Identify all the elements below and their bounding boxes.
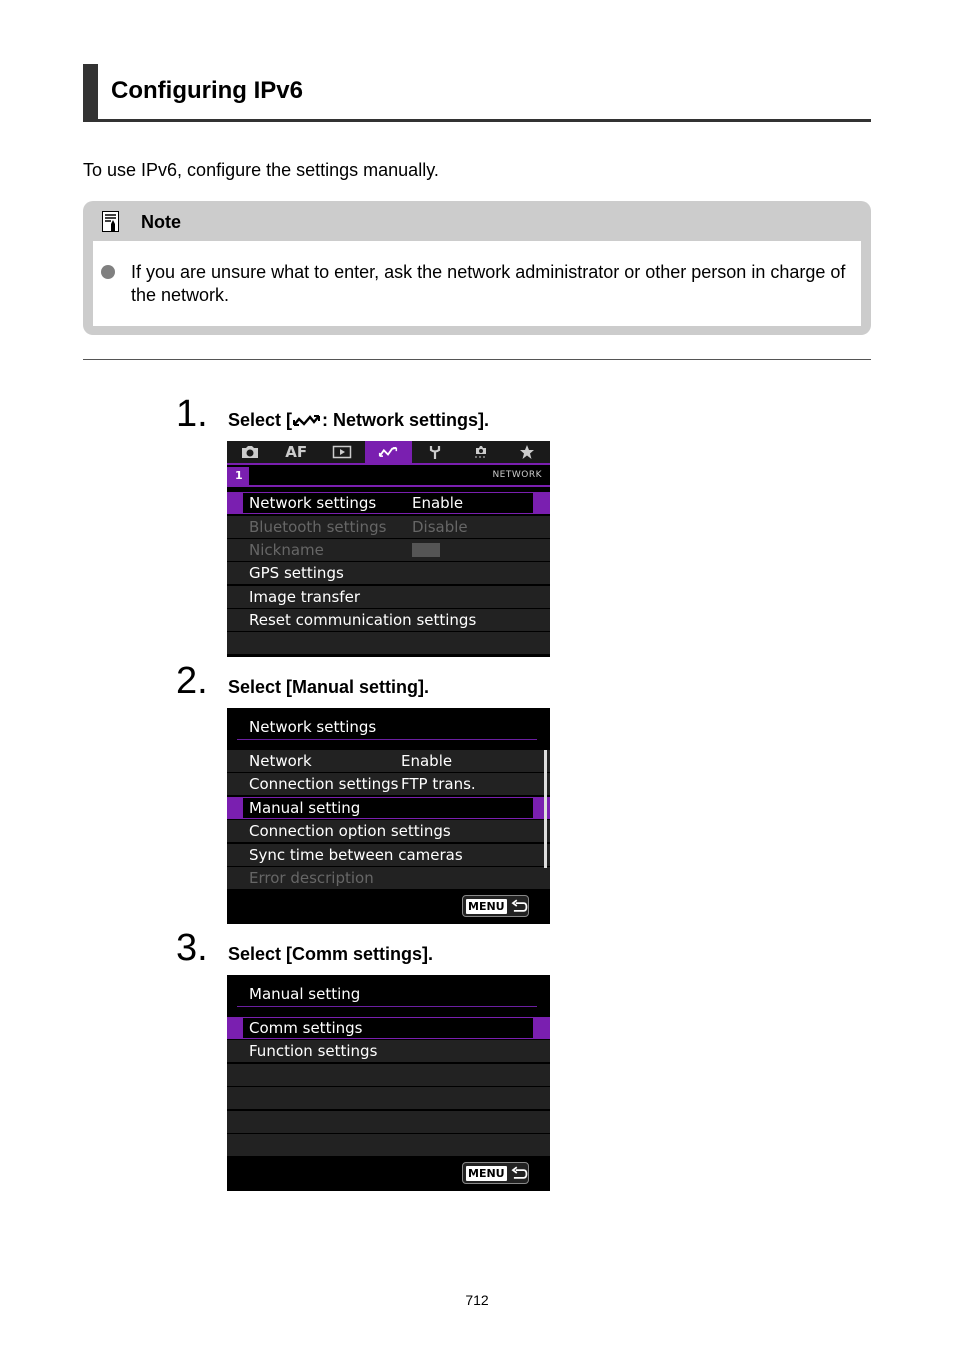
camera-screen-manual-setting: Manual setting Comm settings Function se… [227, 975, 550, 1191]
menu-item-comm-settings[interactable]: Comm settings [227, 1017, 550, 1039]
note-box: Note If you are unsure what to enter, as… [83, 201, 871, 335]
step-instruction: Select [ : Network settings]. [228, 410, 489, 431]
intro-text: To use IPv6, configure the settings manu… [83, 160, 439, 180]
item-label: Network settings [249, 494, 377, 512]
title-underline [237, 739, 537, 740]
item-value: Disable [412, 518, 468, 536]
item-label: Connection option settings [249, 822, 451, 840]
tab-network[interactable] [365, 441, 412, 463]
item-label: Comm settings [249, 1019, 363, 1037]
step-text-suffix: : Network settings]. [322, 410, 490, 430]
item-value: Enable [412, 494, 464, 512]
tab-shooting[interactable] [227, 441, 273, 463]
tab-custom-functions[interactable] [458, 441, 504, 463]
divider [83, 359, 871, 360]
step-number: 3. [176, 927, 208, 969]
menu-item-manual-setting[interactable]: Manual setting [227, 797, 550, 819]
section-tag: NETWORK [492, 470, 542, 480]
step-number: 1. [176, 393, 208, 435]
tab-af[interactable]: AF [273, 441, 319, 463]
item-label: Function settings [249, 1042, 378, 1060]
camera-screen-network-menu: AF 1 NETWORK Network settings Enable Blu… [227, 441, 550, 657]
back-arrow-icon [511, 899, 527, 912]
item-label: Manual setting [249, 799, 361, 817]
menu-tabs: AF [227, 441, 550, 465]
menu-item-sync-time[interactable]: Sync time between cameras [227, 844, 550, 866]
menu-item-reset-communication-settings[interactable]: Reset communication settings [227, 609, 550, 631]
menu-item-gps-settings[interactable]: GPS settings [227, 562, 550, 584]
step-instruction: Select [Manual setting]. [228, 677, 430, 697]
page-title: Configuring IPv6 [111, 77, 303, 104]
bullet-icon [101, 265, 115, 279]
item-value: Enable [401, 752, 453, 770]
nickname-value-redacted [412, 543, 440, 557]
screen-title: Network settings [249, 718, 377, 736]
tab-my-menu[interactable] [504, 441, 550, 463]
menu-item-connection-option-settings[interactable]: Connection option settings [227, 820, 550, 842]
item-label: Sync time between cameras [249, 846, 463, 864]
menu-separator [227, 485, 550, 487]
item-label: Reset communication settings [249, 611, 477, 629]
step-number: 2. [176, 660, 208, 702]
menu-label: MENU [466, 1165, 507, 1181]
camera-icon [242, 446, 259, 458]
playback-icon [333, 445, 352, 459]
menu-item-bluetooth-settings[interactable]: Bluetooth settings Disable [227, 516, 550, 538]
item-value: FTP trans. [401, 775, 476, 793]
menu-item-empty [227, 1134, 550, 1156]
menu-back-button[interactable]: MENU [462, 895, 529, 917]
item-label: Image transfer [249, 588, 360, 606]
menu-item-empty [227, 1087, 550, 1109]
menu-item-error-description[interactable]: Error description [227, 867, 550, 889]
star-icon [519, 445, 534, 459]
item-label: Bluetooth settings [249, 518, 387, 536]
network-icon [379, 446, 398, 457]
menu-item-empty [227, 1111, 550, 1133]
note-body: If you are unsure what to enter, ask the… [93, 241, 861, 326]
note-icon [102, 211, 119, 232]
scrollbar[interactable] [544, 750, 547, 868]
section-heading: Configuring IPv6 [83, 64, 871, 122]
camera-screen-network-settings: Network settings Network Enable Connecti… [227, 708, 550, 924]
item-label: Connection settings [249, 775, 399, 793]
menu-item-network[interactable]: Network Enable [227, 750, 550, 772]
menu-item-empty [227, 632, 550, 654]
note-item: If you are unsure what to enter, ask the… [131, 262, 846, 305]
tab-setup[interactable] [412, 441, 458, 463]
menu-item-nickname[interactable]: Nickname [227, 539, 550, 561]
menu-item-function-settings[interactable]: Function settings [227, 1040, 550, 1062]
menu-item-empty [227, 1064, 550, 1086]
network-icon [293, 415, 321, 426]
title-underline [237, 1006, 537, 1007]
menu-back-button[interactable]: MENU [462, 1162, 529, 1184]
page-number: 712 [465, 1292, 489, 1308]
menu-label: MENU [466, 898, 507, 914]
back-arrow-icon [511, 1166, 527, 1179]
note-header: Note [83, 201, 871, 241]
item-label: Error description [249, 869, 374, 887]
step-instruction: Select [Comm settings]. [228, 944, 434, 964]
screen-title: Manual setting [249, 985, 361, 1003]
menu-item-network-settings[interactable]: Network settings Enable [227, 492, 550, 514]
menu-item-image-transfer[interactable]: Image transfer [227, 586, 550, 608]
note-title: Note [141, 212, 181, 232]
subtab-1[interactable]: 1 [227, 467, 249, 485]
custom-function-icon [474, 446, 486, 458]
item-label: Network [249, 752, 312, 770]
heading-bar [83, 64, 98, 119]
step-text-prefix: Select [ [228, 410, 293, 430]
af-icon: AF [285, 443, 308, 461]
item-label: GPS settings [249, 564, 344, 582]
menu-item-connection-settings[interactable]: Connection settings FTP trans. [227, 773, 550, 795]
item-label: Nickname [249, 541, 324, 559]
tab-playback[interactable] [319, 441, 365, 463]
wrench-icon [429, 446, 440, 459]
